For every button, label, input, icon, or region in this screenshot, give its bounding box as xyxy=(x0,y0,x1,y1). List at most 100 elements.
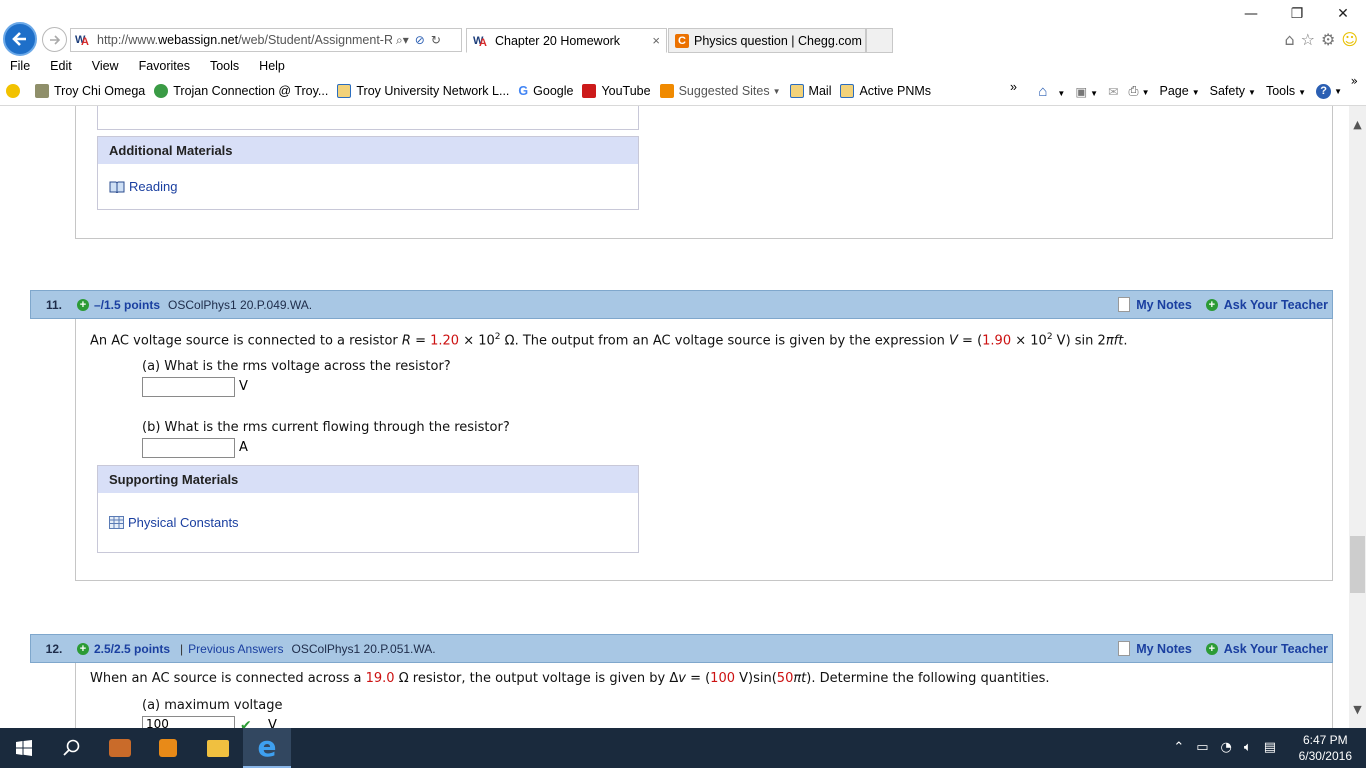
favorite-youtube[interactable]: YouTube xyxy=(582,84,651,98)
clock[interactable]: 6:47 PM 6/30/2016 xyxy=(1299,732,1352,764)
unit-label: V xyxy=(268,718,277,728)
question-points: 2.5/2.5 points xyxy=(94,641,171,656)
feeds-button[interactable]: ▣ ▼ xyxy=(1075,84,1098,99)
system-tray: ⌃ ▭ ◔ 🔈︎ ▤ xyxy=(1173,740,1276,755)
favorite-troy-network[interactable]: Troy University Network L... xyxy=(337,84,509,98)
volume-icon[interactable]: 🔈︎ xyxy=(1244,740,1252,755)
search-button[interactable] xyxy=(48,728,96,768)
back-arrow-icon xyxy=(12,32,26,46)
tab-chapter-20-homework[interactable]: WA Chapter 20 Homework × xyxy=(466,28,667,53)
plus-icon[interactable]: + xyxy=(77,642,89,655)
taskbar-internet-explorer[interactable]: e xyxy=(243,728,291,768)
favorite-active-pnms[interactable]: Active PNMs xyxy=(840,84,931,98)
help-button[interactable]: ? ▼ xyxy=(1316,83,1342,99)
gear-icon[interactable]: ⚙ xyxy=(1321,30,1335,49)
scrollbar-thumb[interactable] xyxy=(1350,536,1365,593)
start-button[interactable] xyxy=(0,728,48,768)
menu-tools[interactable]: Tools xyxy=(200,57,249,77)
favorite-trojan-connection[interactable]: Trojan Connection @ Troy... xyxy=(154,84,328,98)
rms-voltage-input[interactable] xyxy=(142,377,235,397)
scroll-up-icon[interactable]: ▲ xyxy=(1349,116,1366,133)
ask-teacher-link[interactable]: Ask Your Teacher xyxy=(1224,298,1328,312)
search-icon[interactable]: ⌕▾ xyxy=(396,33,409,48)
my-notes-link[interactable]: My Notes xyxy=(1136,642,1192,656)
safety-menu[interactable]: Safety ▼ xyxy=(1210,84,1256,98)
tab-label: Chapter 20 Homework xyxy=(495,33,621,48)
taskbar-app-1[interactable] xyxy=(96,728,144,768)
unit-label: V xyxy=(239,379,248,394)
max-voltage-input[interactable]: 100 xyxy=(142,716,235,728)
rms-current-input[interactable] xyxy=(142,438,235,458)
tab-chegg[interactable]: C Physics question | Chegg.com xyxy=(668,28,866,53)
print-button[interactable]: ⎙ ▼ xyxy=(1129,84,1150,99)
new-tab-button[interactable] xyxy=(866,28,893,53)
address-bar[interactable]: WA http://www.webassign.net/web/Student/… xyxy=(70,28,462,52)
refresh-icon[interactable]: ↻ xyxy=(431,33,441,47)
favorite-google[interactable]: G Google xyxy=(518,84,573,98)
amplitude-value: 100 xyxy=(710,671,735,686)
favorite-mail[interactable]: Mail xyxy=(789,84,831,98)
frequency-value: 50 xyxy=(776,671,794,686)
stop-icon[interactable]: ⊘ xyxy=(415,33,425,47)
notifications-icon[interactable]: ▤ xyxy=(1264,740,1276,755)
menu-view[interactable]: View xyxy=(82,57,129,77)
notes-icon xyxy=(1118,297,1131,312)
wifi-icon[interactable]: ◔ xyxy=(1221,740,1232,755)
chevron-up-icon[interactable]: ⌃ xyxy=(1173,740,1184,755)
taskbar-media-player[interactable] xyxy=(144,728,192,768)
battery-icon[interactable]: ▭ xyxy=(1196,740,1208,755)
webassign-favicon: WA xyxy=(75,34,89,48)
menu-favorites[interactable]: Favorites xyxy=(129,57,200,77)
taskbar-file-explorer[interactable] xyxy=(194,728,242,768)
tools-menu[interactable]: Tools ▼ xyxy=(1266,84,1306,98)
resistance-value: 1.20 xyxy=(430,333,460,349)
help-icon: ? xyxy=(1316,84,1332,99)
scroll-down-icon[interactable]: ▼ xyxy=(1349,701,1366,718)
close-tab-icon[interactable]: × xyxy=(652,33,660,48)
home-button[interactable]: ⌂ ▼ xyxy=(1038,83,1065,100)
mail-icon: ✉ xyxy=(1108,84,1119,99)
menu-file[interactable]: File xyxy=(0,57,40,77)
previous-answers-link[interactable]: Previous Answers xyxy=(188,642,283,656)
home-icon[interactable]: ⌂ xyxy=(1284,30,1294,49)
rss-icon: ▣ xyxy=(1075,84,1088,99)
menu-edit[interactable]: Edit xyxy=(40,57,82,77)
notes-icon xyxy=(1118,641,1131,656)
question-code: OSColPhys1 20.P.051.WA. xyxy=(291,641,436,656)
command-bar-more[interactable]: » xyxy=(1351,74,1358,88)
additional-materials-heading: Additional Materials xyxy=(98,137,638,164)
physical-constants-link[interactable]: Physical Constants xyxy=(109,515,239,530)
unit-label: A xyxy=(239,440,248,455)
reading-link[interactable]: Reading xyxy=(109,179,177,194)
address-url[interactable]: http://www.webassign.net/web/Student/Ass… xyxy=(97,33,392,47)
favorites-more-button[interactable]: » xyxy=(1010,80,1017,94)
favorites-star-icon[interactable] xyxy=(6,84,25,98)
plus-icon[interactable]: + xyxy=(77,298,89,311)
ask-teacher-link[interactable]: Ask Your Teacher xyxy=(1224,642,1328,656)
favorite-suggested-sites[interactable]: Suggested Sites ▼ xyxy=(659,84,781,98)
browser-toolbar-icons: ⌂ ☆ ⚙ ☺ xyxy=(1284,30,1358,49)
my-notes-link[interactable]: My Notes xyxy=(1136,298,1192,312)
page-menu[interactable]: Page ▼ xyxy=(1159,84,1199,98)
question-12-header: 12. + 2.5/2.5 points | Previous Answers … xyxy=(30,634,1333,663)
plus-icon: + xyxy=(1205,642,1218,655)
forward-button[interactable] xyxy=(42,27,67,52)
restore-button[interactable]: ❐ xyxy=(1274,0,1320,28)
question-11-part-a: (a) What is the rms voltage across the r… xyxy=(142,359,451,374)
question-number: 12. xyxy=(45,641,63,656)
voltage-amplitude-value: 1.90 xyxy=(982,333,1012,349)
smiley-icon[interactable]: ☺ xyxy=(1341,30,1358,49)
star-icon[interactable]: ☆ xyxy=(1301,30,1315,49)
edge-icon: e xyxy=(257,730,277,763)
vertical-scrollbar[interactable]: ▲ ▼ xyxy=(1349,106,1366,728)
question-number: 11. xyxy=(45,297,63,312)
menu-help[interactable]: Help xyxy=(249,57,295,77)
ie-page-icon xyxy=(337,84,352,98)
windows-taskbar: e ⌃ ▭ ◔ 🔈︎ ▤ 6:47 PM 6/30/2016 xyxy=(0,728,1366,768)
close-button[interactable]: ✕ xyxy=(1320,0,1366,28)
supporting-materials-heading: Supporting Materials xyxy=(98,466,638,493)
back-button[interactable] xyxy=(3,22,37,56)
favorite-troy-chi-omega[interactable]: Troy Chi Omega xyxy=(35,84,145,98)
minimize-button[interactable]: — xyxy=(1228,0,1274,28)
mail-button[interactable]: ✉ xyxy=(1108,84,1118,99)
